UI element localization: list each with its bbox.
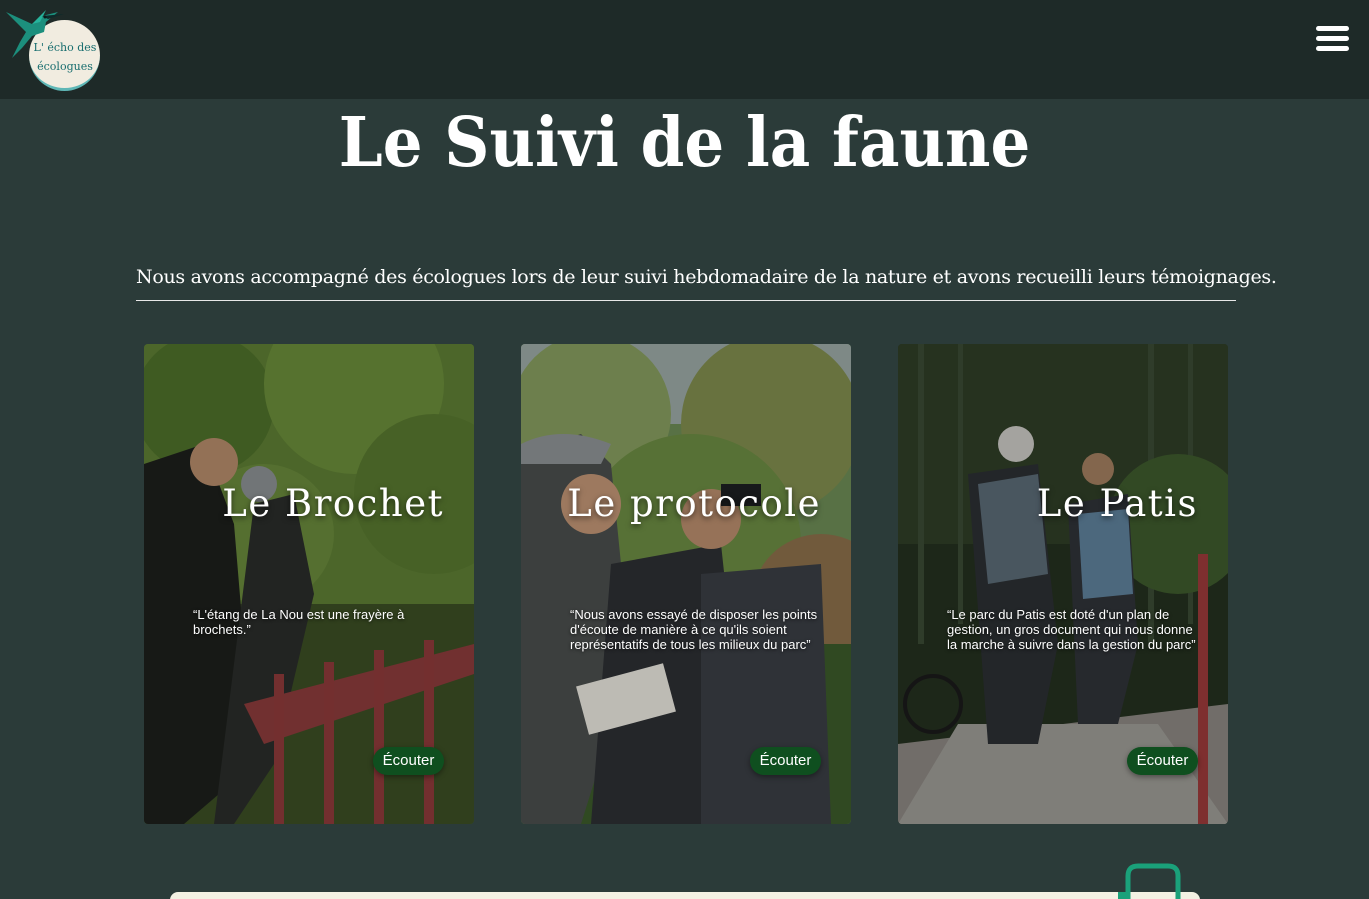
listen-button[interactable]: Écouter — [373, 747, 444, 775]
listen-button[interactable]: Écouter — [1127, 747, 1198, 775]
hamburger-icon-bar-bottom — [1316, 46, 1349, 51]
listen-button[interactable]: Écouter — [750, 747, 821, 775]
hamburger-icon-bar-top — [1316, 26, 1349, 31]
page-title: Le Suivi de la faune — [338, 103, 1031, 183]
card-le-patis: Le Patis “Le parc du Patis est doté d'un… — [898, 344, 1228, 824]
card-quote: “Nous avons essayé de disposer les point… — [570, 607, 818, 652]
bag-icon[interactable] — [1116, 862, 1186, 899]
card-quote: “L'étang de La Nou est une frayère à bro… — [193, 607, 405, 637]
hamburger-icon-bar-middle — [1316, 36, 1349, 41]
card-le-protocole: Le protocole “Nous avons essayé de dispo… — [521, 344, 851, 824]
site-logo[interactable]: L' écho des écologues — [2, 2, 102, 94]
card-title: Le Patis — [1036, 482, 1198, 525]
card-title: Le protocole — [567, 482, 821, 525]
card-quote: “Le parc du Patis est doté d'un plan de … — [947, 607, 1196, 652]
intro-text: Nous avons accompagné des écologues lors… — [136, 262, 1277, 301]
bottom-panel — [170, 892, 1200, 899]
card-le-brochet: Le Brochet “L'étang de La Nou est une fr… — [144, 344, 474, 824]
hummingbird-icon — [6, 10, 64, 58]
hamburger-menu-button[interactable] — [1312, 22, 1354, 56]
top-navigation-bar: L' écho des écologues — [0, 0, 1369, 99]
card-title: Le Brochet — [222, 482, 444, 525]
